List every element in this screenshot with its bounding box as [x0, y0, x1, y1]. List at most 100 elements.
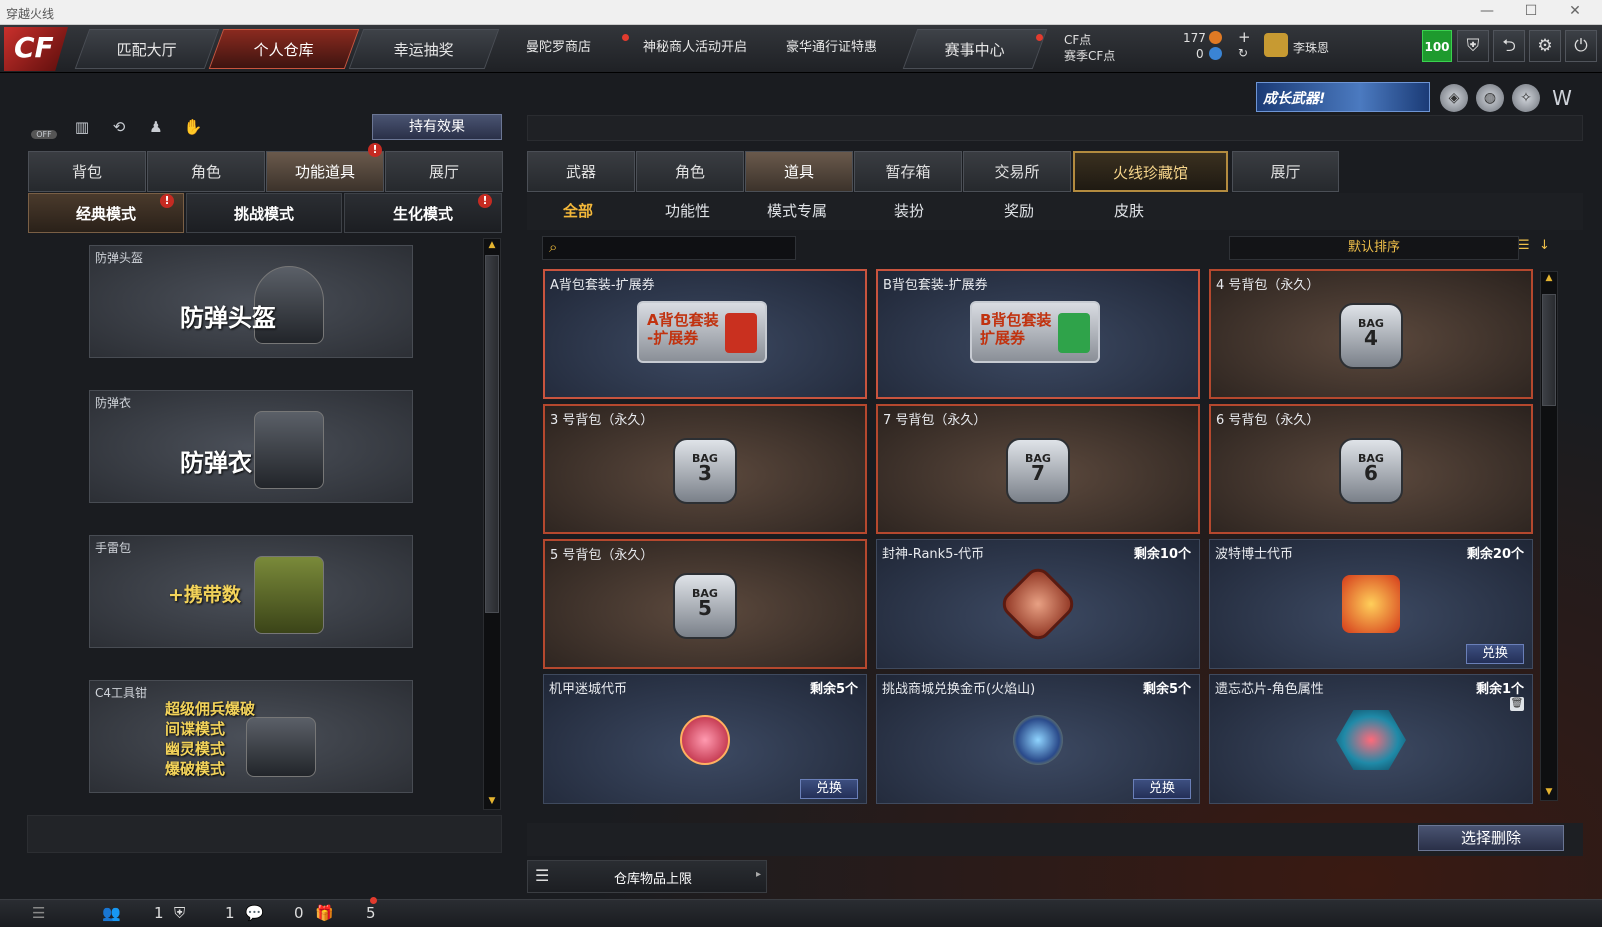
card-forgotten-chip[interactable]: 遗忘芯片-角色属性 剩余1个 🗑	[1209, 674, 1533, 804]
card-bag-6[interactable]: 6 号背包（永久） BAG 6	[1209, 404, 1533, 534]
subtab-mode-exclusive[interactable]: 模式专属	[767, 200, 827, 221]
globe-icon[interactable]: ◍	[1476, 84, 1504, 112]
chat-icon[interactable]: 💬	[245, 904, 264, 922]
tab-props[interactable]: 道具	[745, 151, 853, 192]
card-challenge-gold-coin[interactable]: 挑战商城兑换金币(火焰山) 剩余5个 兑换	[876, 674, 1200, 804]
bag-icon: BAG 3	[673, 438, 737, 504]
username[interactable]: 李珠恩	[1293, 39, 1329, 56]
character-icon[interactable]: ♟	[143, 118, 169, 142]
tab-character[interactable]: 角色	[147, 151, 265, 192]
shield-icon[interactable]: ⛨	[1457, 30, 1489, 62]
warehouse-capacity-bar[interactable]: ☰ 仓库物品上限 ▸	[527, 860, 767, 893]
exchange-button[interactable]: 兑换	[1466, 644, 1524, 664]
gift-icon[interactable]: 🎁	[315, 904, 334, 922]
growth-weapon-banner[interactable]: 成长武器!	[1256, 82, 1430, 112]
select-delete-button[interactable]: 选择删除	[1418, 825, 1564, 851]
tab-gallery[interactable]: 展厅	[1232, 151, 1339, 192]
tab-showroom[interactable]: 展厅	[385, 151, 503, 192]
refresh-icon[interactable]: ↻	[1238, 46, 1248, 60]
tab-lucky-draw[interactable]: 幸运抽奖	[348, 29, 500, 69]
card-b-pack-expansion[interactable]: B背包套装-扩展券 B背包套装 扩展券	[876, 269, 1200, 399]
mode-list: 超级佣兵爆破 间谍模式 幽灵模式 爆破模式	[165, 699, 255, 779]
sort-desc-icon[interactable]: ↓	[1539, 238, 1553, 258]
scroll-thumb[interactable]	[1542, 294, 1556, 406]
scroll-thumb[interactable]	[485, 255, 499, 613]
tab-match-hall[interactable]: 匹配大厅	[74, 29, 220, 69]
emblem-icon[interactable]: ✧	[1512, 84, 1540, 112]
window-titlebar: 穿越火线 — ☐ ✕	[0, 0, 1602, 25]
gold-coin-icon	[1013, 715, 1063, 765]
list-item-c4-pliers[interactable]: C4工具钳 超级佣兵爆破 间谍模式 幽灵模式 爆破模式	[89, 680, 413, 793]
tab-characters[interactable]: 角色	[636, 151, 744, 192]
search-input[interactable]: ⌕	[542, 236, 796, 260]
toggle-icon[interactable]: OFF	[31, 118, 57, 142]
card-dr-porter-token[interactable]: 波特博士代币 剩余20个 兑换	[1209, 539, 1533, 669]
card-bag-3[interactable]: 3 号背包（永久） BAG 3	[543, 404, 867, 534]
clan-icon[interactable]: ⛨	[174, 904, 185, 922]
maximize-button[interactable]: ☐	[1516, 3, 1546, 19]
a-pack-ticket-image: A背包套装 -扩展券	[637, 301, 767, 363]
avatar[interactable]	[1264, 33, 1288, 57]
right-scrollbar[interactable]: ▲ ▼	[1540, 271, 1558, 801]
link-mandala-shop[interactable]: 曼陀罗商店	[526, 36, 591, 55]
level-badge[interactable]: 100	[1422, 30, 1452, 62]
subtab-skin[interactable]: 皮肤	[1114, 200, 1144, 221]
close-button[interactable]: ✕	[1560, 3, 1590, 19]
tab-weapons[interactable]: 武器	[527, 151, 635, 192]
card-bag-7[interactable]: 7 号背包（永久） BAG 7	[876, 404, 1200, 534]
card-bag-4[interactable]: 4 号背包（永久） BAG 4	[1209, 269, 1533, 399]
add-cf-button[interactable]: +	[1238, 28, 1251, 46]
trash-icon[interactable]: 🗑	[1510, 697, 1524, 711]
mode-challenge[interactable]: 挑战模式	[186, 193, 342, 233]
friends-icon[interactable]: 👥	[102, 904, 121, 922]
list-item-vest[interactable]: 防弹衣 防弹衣	[89, 390, 413, 503]
minimize-button[interactable]: —	[1472, 3, 1502, 19]
gear-icon[interactable]: ⚙	[1529, 30, 1561, 62]
sort-label: 默认排序	[1347, 240, 1400, 255]
tab-storage[interactable]: 暂存箱	[854, 151, 962, 192]
subtab-functional[interactable]: 功能性	[665, 200, 710, 221]
exchange-button[interactable]: 兑换	[1133, 779, 1191, 799]
chart-icon[interactable]: ▥	[69, 118, 95, 142]
subtab-cosmetic[interactable]: 装扮	[894, 200, 924, 221]
bag-number: 5	[698, 596, 712, 620]
history-icon[interactable]: ⟲	[106, 118, 132, 142]
grenade-image	[254, 556, 324, 634]
list-item-helmet[interactable]: 防弹头盔 防弹头盔	[89, 245, 413, 358]
tab-event-center[interactable]: 赛事中心	[902, 29, 1048, 69]
card-mecha-token[interactable]: 机甲迷城代币 剩余5个 兑换	[543, 674, 867, 804]
card-rank5-token[interactable]: 封神-Rank5-代币 剩余10个	[876, 539, 1200, 669]
tab-backpack[interactable]: 背包	[28, 151, 146, 192]
badge-icon[interactable]: ◈	[1440, 84, 1468, 112]
card-title: 机甲迷城代币	[549, 682, 628, 697]
list-view-icon[interactable]: ☰	[1518, 238, 1536, 258]
menu-icon[interactable]: ☰	[32, 904, 45, 922]
sort-dropdown[interactable]: 默认排序	[1229, 236, 1519, 260]
card-bag-5[interactable]: 5 号背包（永久） BAG 5	[543, 539, 867, 669]
tab-personal-warehouse[interactable]: 个人仓库	[208, 29, 360, 69]
item-label: 防弹衣	[95, 396, 132, 410]
scroll-up-icon[interactable]: ▲	[1542, 272, 1556, 284]
subtab-all[interactable]: 全部	[563, 200, 593, 221]
search-icon: ⌕	[549, 238, 558, 256]
v-logo-icon[interactable]: W	[1548, 84, 1576, 112]
exchange-button[interactable]: 兑换	[800, 779, 858, 799]
power-icon[interactable]: ⏻	[1565, 30, 1597, 62]
link-premium-pass[interactable]: 豪华通行证特惠	[786, 36, 877, 55]
tab-functional-items[interactable]: 功能道具	[266, 151, 384, 192]
hold-effect-button[interactable]: 持有效果	[372, 114, 502, 140]
subtab-reward[interactable]: 奖励	[1004, 200, 1034, 221]
pliers-image	[246, 717, 316, 777]
list-item-grenade-pack[interactable]: 手雷包 +携带数	[89, 535, 413, 648]
scroll-up-icon[interactable]: ▲	[485, 239, 499, 251]
tab-collection[interactable]: 火线珍藏馆	[1073, 151, 1228, 192]
scroll-down-icon[interactable]: ▼	[485, 795, 499, 807]
hand-icon[interactable]: ✋	[180, 118, 206, 142]
left-scrollbar[interactable]: ▲ ▼	[483, 238, 501, 810]
tab-exchange[interactable]: 交易所	[963, 151, 1071, 192]
link-mystery-merchant[interactable]: 神秘商人活动开启	[643, 36, 747, 55]
card-a-pack-expansion[interactable]: A背包套装-扩展券 A背包套装 -扩展券	[543, 269, 867, 399]
scroll-down-icon[interactable]: ▼	[1542, 786, 1556, 798]
return-icon[interactable]: ⮌	[1493, 30, 1525, 62]
chat-count: 0	[294, 904, 304, 922]
